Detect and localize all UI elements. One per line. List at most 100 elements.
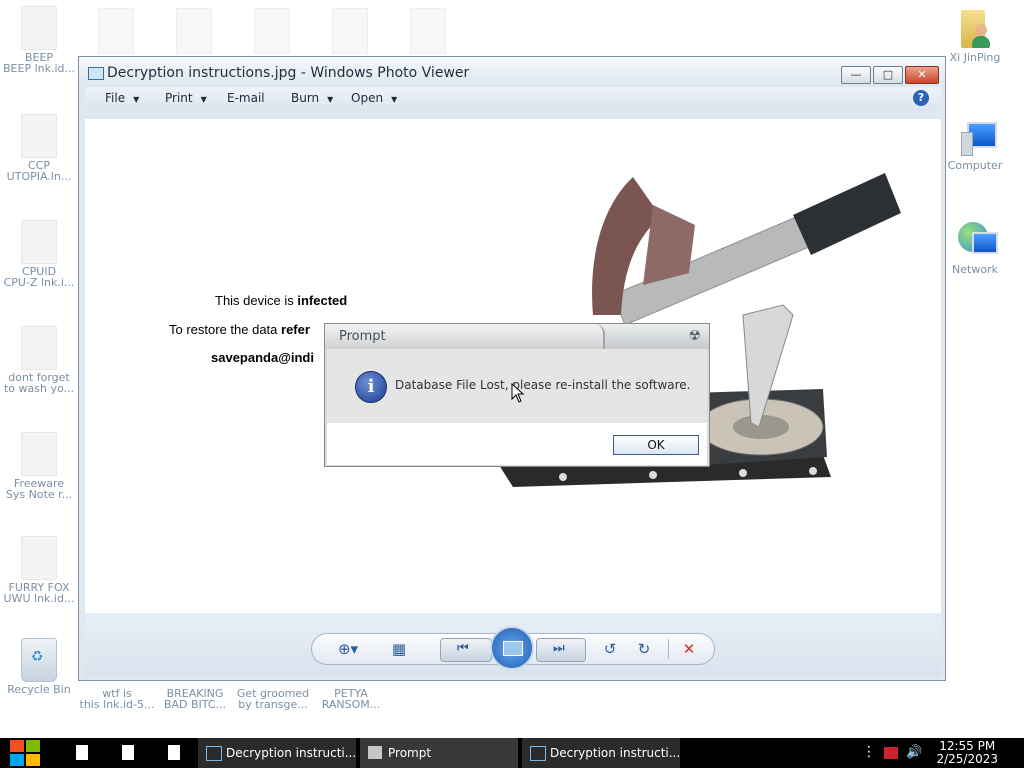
prompt-titlebar[interactable]: Prompt ☢ bbox=[325, 324, 709, 349]
computer-icon bbox=[957, 118, 997, 158]
desktop-icon-beep[interactable]: BEEP BEEP lnk.id... bbox=[0, 6, 78, 74]
ok-button[interactable]: OK bbox=[613, 435, 699, 455]
volume-icon[interactable]: 🔊 bbox=[906, 745, 922, 775]
window-titlebar[interactable]: Decryption instructions.jpg - Windows Ph… bbox=[79, 57, 945, 87]
maximize-button[interactable]: □ bbox=[873, 66, 903, 84]
clock[interactable]: 12:55 PM 2/25/2023 bbox=[936, 740, 998, 766]
desktop-icon-freeware[interactable]: Freeware Sys Note r... bbox=[0, 432, 78, 500]
menu-email[interactable]: E-mail bbox=[227, 91, 265, 105]
prompt-message: Database File Lost, please re-install th… bbox=[395, 378, 691, 392]
minimize-button[interactable]: — bbox=[841, 66, 871, 84]
photo-viewer-icon bbox=[206, 746, 222, 761]
taskbar-task-decryption-1[interactable]: Decryption instructi... bbox=[198, 738, 356, 768]
desktop-icon-faded bbox=[410, 8, 446, 54]
chevron-down-icon: ▼ bbox=[200, 95, 207, 104]
delete-icon[interactable]: ✕ bbox=[676, 634, 702, 664]
tray-security-icon[interactable] bbox=[884, 747, 898, 759]
prompt-title: Prompt bbox=[339, 329, 386, 344]
file-icon bbox=[21, 6, 57, 50]
radiation-icon: ☢ bbox=[688, 328, 701, 344]
image-text-line-3: savepanda@indi bbox=[211, 350, 314, 365]
desktop-icon-label: CPUID CPU-Z lnk.i... bbox=[3, 266, 75, 288]
desktop-icon-faded bbox=[254, 8, 290, 54]
mouse-cursor-icon bbox=[511, 383, 525, 403]
desktop-icon-label: Get groomed by transge... bbox=[236, 688, 310, 710]
menu-file[interactable]: File ▼ bbox=[105, 91, 139, 105]
pinned-file-icon[interactable] bbox=[168, 745, 180, 760]
desktop-icon-label: dont forget to wash yo... bbox=[3, 372, 74, 394]
desktop-icon-faded bbox=[332, 8, 368, 54]
desktop-icon-faded bbox=[98, 8, 134, 54]
viewer-toolbar: ⊕▾ ▦ ⏮ ⏭ ↺ ↻ ✕ bbox=[85, 613, 941, 677]
tray-overflow-icon[interactable]: ⋮ bbox=[862, 744, 876, 774]
zoom-icon[interactable]: ⊕▾ bbox=[328, 634, 368, 664]
desktop-icon-label: Xi JinPing bbox=[949, 52, 1001, 63]
file-icon bbox=[21, 114, 57, 158]
image-text-line-2: To restore the data refer bbox=[169, 322, 310, 337]
desktop-icon-label: Computer bbox=[947, 160, 1003, 171]
desktop-icon-label: Freeware Sys Note r... bbox=[5, 478, 73, 500]
desktop-icon-label: BEEP BEEP lnk.id... bbox=[3, 52, 75, 74]
desktop-icon-wtf[interactable]: wtf is this lnk.id-5... bbox=[78, 688, 156, 710]
menu-open[interactable]: Open ▼ bbox=[351, 91, 397, 105]
network-globe-icon bbox=[956, 218, 998, 262]
desktop-icon-petya[interactable]: PETYA RANSOM... bbox=[312, 688, 390, 710]
pinned-file-icon[interactable] bbox=[122, 745, 134, 760]
desktop-icon-cpuid[interactable]: CPUID CPU-Z lnk.i... bbox=[0, 220, 78, 288]
desktop-icon-label: FURRY FOX UWU lnk.id... bbox=[3, 582, 75, 604]
file-icon bbox=[21, 432, 57, 476]
chevron-down-icon: ▼ bbox=[391, 95, 398, 104]
taskbar-task-decryption-2[interactable]: Decryption instructi... bbox=[522, 738, 680, 768]
rotate-left-icon[interactable]: ↺ bbox=[598, 634, 622, 664]
desktop-icon-label: Network bbox=[952, 264, 998, 275]
prompt-app-icon bbox=[368, 746, 382, 759]
menu-burn[interactable]: Burn ▼ bbox=[291, 91, 333, 105]
next-button[interactable]: ⏭ bbox=[536, 638, 586, 662]
windows-logo-icon bbox=[10, 740, 24, 752]
rotate-right-icon[interactable]: ↻ bbox=[632, 634, 656, 664]
file-icon bbox=[21, 536, 57, 580]
desktop-icon-xi-jinping[interactable]: Xi JinPing bbox=[936, 6, 1014, 63]
close-button[interactable]: ✕ bbox=[905, 66, 939, 84]
desktop-icon-label: BREAKING BAD BITC... bbox=[163, 688, 227, 710]
desktop-icon-label: wtf is this lnk.id-5... bbox=[79, 688, 155, 710]
file-icon bbox=[21, 326, 57, 370]
info-icon: i bbox=[355, 371, 387, 403]
taskbar: Decryption instructi... Prompt Decryptio… bbox=[0, 738, 1024, 768]
desktop-icon-get-groomed[interactable]: Get groomed by transge... bbox=[234, 688, 312, 710]
desktop-icon-label: Recycle Bin bbox=[7, 684, 71, 695]
desktop-icon-recycle-bin[interactable]: ♻ Recycle Bin bbox=[0, 638, 78, 695]
desktop-icon-faded bbox=[176, 8, 212, 54]
user-folder-icon bbox=[959, 6, 991, 50]
slideshow-button[interactable] bbox=[490, 626, 534, 670]
desktop-icon-furry-fox[interactable]: FURRY FOX UWU lnk.id... bbox=[0, 536, 78, 604]
menu-print[interactable]: Print ▼ bbox=[165, 91, 207, 105]
fit-window-icon[interactable]: ▦ bbox=[386, 634, 412, 664]
desktop-icon-dont-forget[interactable]: dont forget to wash yo... bbox=[0, 326, 78, 394]
next-icon: ⏭ bbox=[553, 641, 565, 656]
chevron-down-icon: ▼ bbox=[327, 95, 334, 104]
image-text-line-1: This device is infected bbox=[215, 293, 348, 308]
taskbar-task-prompt[interactable]: Prompt bbox=[360, 738, 518, 768]
menu-bar: File ▼ Print ▼ E-mail Burn ▼ Open ▼ ? bbox=[85, 87, 941, 111]
desktop-icon-label: CCP UTOPIA.ln... bbox=[6, 160, 72, 182]
toolbar-pill: ⊕▾ ▦ ⏮ ⏭ ↺ ↻ ✕ bbox=[311, 626, 715, 670]
photo-viewer-icon bbox=[530, 746, 546, 761]
file-icon bbox=[21, 220, 57, 264]
desktop-icon-breaking-bad[interactable]: BREAKING BAD BITC... bbox=[156, 688, 234, 710]
toolbar-divider bbox=[668, 639, 669, 659]
previous-button[interactable]: ⏮ bbox=[440, 638, 492, 662]
photo-viewer-app-icon bbox=[88, 67, 104, 80]
desktop-icon-network[interactable]: Network bbox=[936, 218, 1014, 275]
desktop-icon-label: PETYA RANSOM... bbox=[321, 688, 381, 710]
previous-icon: ⏮ bbox=[457, 641, 469, 656]
help-icon[interactable]: ? bbox=[913, 90, 929, 106]
window-title: Decryption instructions.jpg - Windows Ph… bbox=[107, 65, 470, 81]
desktop-icon-computer[interactable]: Computer bbox=[936, 118, 1014, 171]
start-button[interactable] bbox=[10, 740, 42, 766]
pinned-file-icon[interactable] bbox=[76, 745, 88, 760]
desktop-icon-ccp-utopia[interactable]: CCP UTOPIA.ln... bbox=[0, 114, 78, 182]
recycle-bin-icon: ♻ bbox=[21, 638, 57, 682]
slideshow-icon bbox=[503, 641, 523, 656]
clock-date: 2/25/2023 bbox=[936, 752, 998, 766]
